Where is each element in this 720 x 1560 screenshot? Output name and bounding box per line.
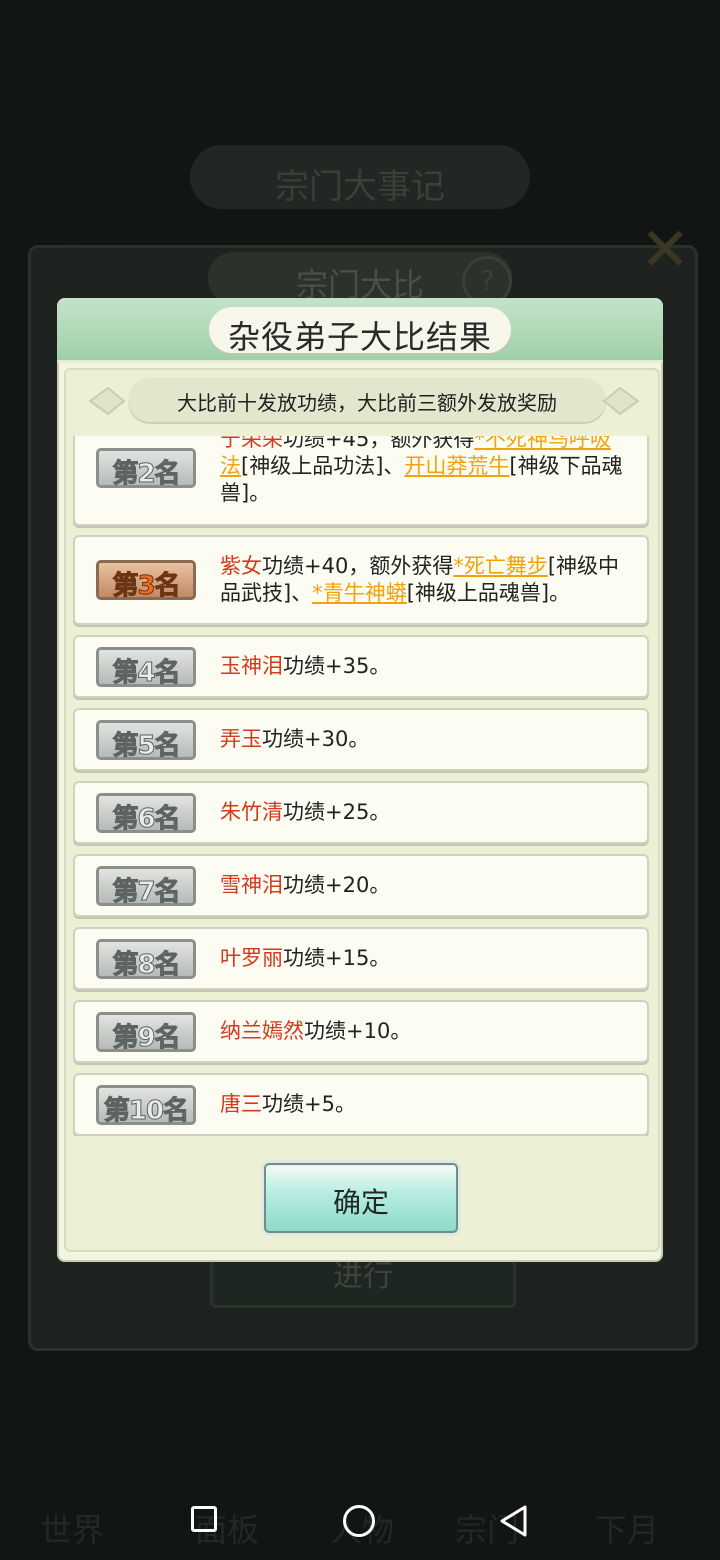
subtitle-bar: 大比前十发放功绩，大比前三额外发放奖励 — [86, 378, 642, 424]
confirm-button[interactable]: 确定 — [264, 1163, 458, 1233]
reward-text: 功绩+10。 — [304, 1019, 412, 1043]
reward-text: 功绩+25。 — [283, 800, 391, 824]
events-banner: 宗门大事记 — [190, 145, 530, 209]
disciple-name: 唐三 — [220, 1092, 262, 1116]
rank-badge: 第8名 — [96, 939, 196, 981]
result-text: 唐三功绩+5。 — [220, 1091, 629, 1118]
result-row-8: 第8名 叶罗丽功绩+15。 — [73, 927, 649, 990]
reward-text: 功绩+15。 — [283, 946, 391, 970]
result-row-5: 第5名 弄玉功绩+30。 — [73, 708, 649, 771]
result-text: 玉神泪功绩+35。 — [220, 653, 629, 680]
reward-text: 功绩+35。 — [283, 654, 391, 678]
result-row-9: 第9名 纳兰嫣然功绩+10。 — [73, 1000, 649, 1063]
result-text: 纳兰嫣然功绩+10。 — [220, 1018, 629, 1045]
cloud-left-icon — [88, 386, 126, 416]
rank-label: 第9名 — [112, 1023, 181, 1054]
dialog-header: 杂役弟子大比结果 — [57, 298, 663, 363]
subtitle-pill: 大比前十发放功绩，大比前三额外发放奖励 — [128, 378, 606, 422]
rank-badge: 第9名 — [96, 1012, 196, 1054]
result-text: 宁荣荣功绩+45，额外获得*不死神鸟呼吸法[神级上品功法]、开山莽荒牛[神级下品… — [220, 436, 623, 505]
rank-label: 第3名 — [112, 571, 181, 602]
back-icon[interactable] — [498, 1504, 530, 1538]
rank-badge: 第5名 — [96, 720, 196, 762]
rank-label: 第10名 — [103, 1096, 189, 1127]
result-row-2: 第2名 宁荣荣功绩+45，额外获得*不死神鸟呼吸法[神级上品功法]、开山莽荒牛[… — [73, 436, 649, 526]
disciple-name: 叶罗丽 — [220, 946, 283, 970]
result-row-10: 第10名 唐三功绩+5。 — [73, 1073, 649, 1136]
dialog-title-pill: 杂役弟子大比结果 — [209, 307, 511, 356]
rank-label: 第4名 — [112, 658, 181, 689]
disciple-name: 雪神泪 — [220, 873, 283, 897]
disciple-name: 玉神泪 — [220, 654, 283, 678]
result-row-7: 第7名 雪神泪功绩+20。 — [73, 854, 649, 917]
tab-next-month: 下月 — [595, 1511, 660, 1549]
rank-badge: 第6名 — [96, 793, 196, 835]
results-dialog: 杂役弟子大比结果 大比前十发放功绩，大比前三额外发放奖励 第2名 宁荣荣功绩+4… — [57, 298, 663, 1262]
result-row-6: 第6名 朱竹清功绩+25。 — [73, 781, 649, 844]
rank-label: 第6名 — [112, 804, 181, 835]
result-text: 叶罗丽功绩+15。 — [220, 945, 629, 972]
rank-badge: 第7名 — [96, 866, 196, 908]
rank-badge: 第4名 — [96, 647, 196, 689]
disciple-name: 弄玉 — [220, 727, 262, 751]
recent-apps-icon[interactable] — [191, 1506, 217, 1532]
rank-label: 第7名 — [112, 877, 181, 908]
reward-text: 功绩+30。 — [262, 727, 370, 751]
events-banner-title: 宗门大事记 — [275, 167, 445, 207]
tab-world: 世界 — [40, 1511, 105, 1549]
rank-label: 第8名 — [112, 950, 181, 981]
disciple-name: 纳兰嫣然 — [220, 1019, 304, 1043]
rank-badge: 第3名 — [96, 560, 196, 602]
result-text: 朱竹清功绩+25。 — [220, 799, 629, 826]
rank-label: 第5名 — [112, 731, 181, 762]
subtitle-text: 大比前十发放功绩，大比前三额外发放奖励 — [177, 391, 557, 415]
rank-label: 第2名 — [112, 459, 181, 490]
dialog-title: 杂役弟子大比结果 — [227, 318, 492, 356]
result-text: 雪神泪功绩+20。 — [220, 872, 629, 899]
result-row-4: 第4名 玉神泪功绩+35。 — [73, 635, 649, 698]
close-ornament-icon: ✕ — [640, 215, 691, 285]
results-list[interactable]: 第2名 宁荣荣功绩+45，额外获得*不死神鸟呼吸法[神级上品功法]、开山莽荒牛[… — [73, 436, 649, 1136]
reward-text: 功绩+5。 — [262, 1092, 356, 1116]
reward-text: 功绩+20。 — [283, 873, 391, 897]
rank-badge: 第10名 — [96, 1085, 196, 1127]
cloud-right-icon — [602, 386, 640, 416]
confirm-button-label: 确定 — [332, 1186, 389, 1219]
disciple-name: 朱竹清 — [220, 800, 283, 824]
result-text: 紫女功绩+40，额外获得*死亡舞步[神级中品武技]、*青牛神蟒[神级上品魂兽]。 — [220, 554, 620, 605]
dialog-body: 大比前十发放功绩，大比前三额外发放奖励 第2名 宁荣荣功绩+45，额外获得*不死… — [64, 368, 660, 1252]
rank-badge: 第2名 — [96, 448, 196, 490]
home-icon[interactable] — [343, 1505, 375, 1537]
result-row-3: 第3名 紫女功绩+40，额外获得*死亡舞步[神级中品武技]、*青牛神蟒[神级上品… — [73, 535, 649, 625]
result-text: 弄玉功绩+30。 — [220, 726, 629, 753]
